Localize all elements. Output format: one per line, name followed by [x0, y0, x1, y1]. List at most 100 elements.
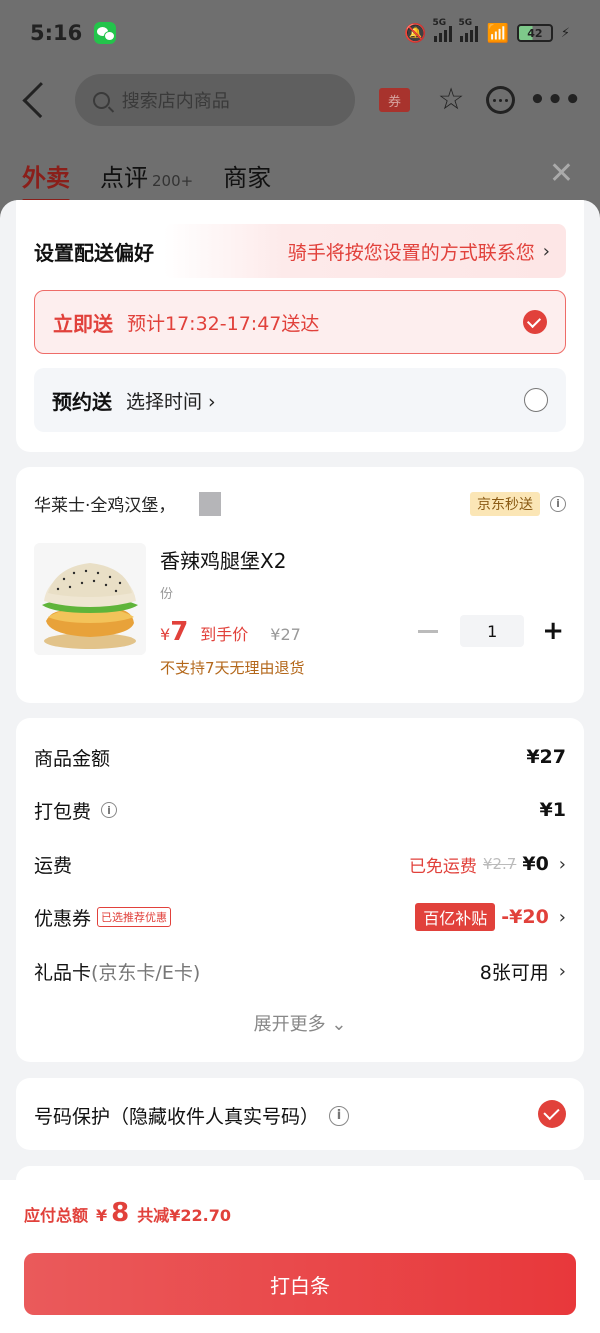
fee-label: 打包费: [34, 800, 92, 823]
star-icon[interactable]: ☆: [438, 85, 465, 115]
expand-more-button[interactable]: 展开更多 ⌄: [16, 1010, 584, 1036]
option-desc: 选择时间: [126, 387, 216, 414]
number-protect-row: 号码保护（隐藏收件人真实号码） i: [34, 1102, 350, 1129]
wifi-icon: 📶: [486, 22, 509, 44]
screen: 5:16 🔕 5G 5G 📶 42 ⚡ 搜索店内商品 券 ☆ ••• 外卖 点评…: [0, 0, 600, 1333]
expand-label: 展开更多: [253, 1014, 326, 1035]
signal-icon: 5G: [432, 18, 453, 42]
pay-button[interactable]: 打白条: [24, 1253, 576, 1315]
fee-row-goods: 商品金额 ¥27: [34, 742, 566, 772]
price-symbol: ¥: [160, 625, 171, 644]
chat-icon[interactable]: [486, 86, 516, 114]
original-price: ¥27: [270, 625, 301, 644]
search-input[interactable]: 搜索店内商品: [74, 74, 356, 126]
fee-row-coupon[interactable]: 优惠券 已选推荐优惠 百亿补贴 -¥20 ›: [34, 902, 566, 932]
number-protect-label: 号码保护（隐藏收件人真实号码）: [34, 1106, 320, 1128]
info-icon[interactable]: i: [329, 1105, 350, 1126]
plus-icon[interactable]: +: [542, 618, 564, 644]
checkout-sheet: 设置配送偏好 骑手将按您设置的方式联系您 › 立即送 预计17:32-17:47送…: [0, 200, 600, 1333]
check-icon[interactable]: [523, 310, 547, 334]
fee-value: -¥20: [501, 906, 549, 928]
fee-label: 商品金额: [34, 747, 111, 770]
tab-merchant[interactable]: 商家: [223, 158, 271, 193]
quantity-value[interactable]: 1: [460, 615, 525, 647]
chevron-right-icon: ›: [542, 240, 550, 262]
coupon-icon[interactable]: 券: [379, 88, 410, 112]
fee-sublabel: (京东卡/E卡): [91, 961, 201, 984]
product-image[interactable]: [34, 543, 146, 655]
option-deliver-now[interactable]: 立即送 预计17:32-17:47送达: [34, 290, 566, 354]
tab-count: 200+: [152, 171, 194, 190]
radio-icon[interactable]: [524, 388, 548, 412]
fee-label: 礼品卡: [34, 961, 92, 984]
recommended-tag: 已选推荐优惠: [97, 907, 172, 927]
check-icon[interactable]: [538, 1100, 566, 1128]
delivery-pref-row[interactable]: 设置配送偏好 骑手将按您设置的方式联系您 ›: [16, 224, 584, 278]
wechat-icon: [94, 22, 117, 44]
status-time: 5:16: [30, 21, 83, 45]
quantity-stepper: 1 +: [418, 615, 564, 647]
mute-icon: 🔕: [404, 22, 427, 44]
option-schedule[interactable]: 预约送 选择时间: [34, 368, 566, 432]
signal-icon: 5G: [458, 18, 479, 42]
tab-reviews[interactable]: 点评 200+: [100, 158, 193, 193]
chevron-right-icon: ›: [558, 853, 566, 875]
fee-value: 8张可用: [479, 961, 549, 984]
original-shipping: ¥2.7: [482, 855, 517, 873]
more-icon[interactable]: •••: [529, 85, 582, 115]
net2: 5G: [458, 18, 473, 28]
delivery-tag: 京东秒送: [470, 491, 540, 516]
tab-label: 商家: [223, 163, 272, 192]
return-notice: 不支持7天无理由退货: [160, 659, 305, 677]
chevron-right-icon: ›: [558, 960, 566, 982]
charging-icon: ⚡: [560, 25, 570, 41]
option-name: 预约送: [52, 389, 112, 414]
fee-row-giftcard[interactable]: 礼品卡 (京东卡/E卡) 8张可用 ›: [34, 956, 566, 986]
tab-label: 外卖: [22, 163, 70, 192]
chevron-right-icon: ›: [558, 906, 566, 928]
fee-value: ¥0: [522, 853, 549, 875]
product-title[interactable]: 香辣鸡腿堡X2: [160, 545, 286, 574]
fee-value: ¥1: [539, 799, 566, 821]
total-symbol: ¥: [96, 1206, 108, 1225]
minus-icon[interactable]: [418, 629, 439, 633]
close-icon[interactable]: ✕: [549, 156, 574, 191]
burger-icon: [34, 543, 146, 655]
search-icon: [92, 91, 110, 109]
number-protect-card: 号码保护（隐藏收件人真实号码） i: [16, 1078, 584, 1150]
store-row: 华莱士·全鸡汉堡， 京东秒送 i: [34, 491, 566, 516]
subsidy-badge: 百亿补贴: [415, 903, 496, 931]
info-icon[interactable]: i: [101, 802, 118, 818]
option-desc: 预计17:32-17:47送达: [127, 312, 320, 335]
status-bar: 5:16 🔕 5G 5G 📶 42 ⚡: [0, 0, 600, 66]
total-amount: 8: [111, 1198, 130, 1228]
free-shipping-label: 已免运费: [408, 856, 477, 877]
fee-value: ¥27: [526, 746, 566, 768]
delivery-pref-hint[interactable]: 骑手将按您设置的方式联系您 ›: [164, 224, 566, 278]
delivery-pref-title: 设置配送偏好: [34, 240, 154, 265]
back-icon[interactable]: [22, 82, 59, 118]
top-bar: 搜索店内商品 券 ☆ •••: [0, 70, 600, 130]
price-row: ¥ 7 到手价 ¥27: [160, 617, 301, 647]
fee-row-shipping[interactable]: 运费 已免运费 ¥2.7 ¥0 ›: [34, 849, 566, 879]
status-icons: 🔕 5G 5G 📶 42 ⚡: [404, 18, 570, 44]
search-placeholder: 搜索店内商品: [121, 91, 230, 112]
final-price-label: 到手价: [200, 625, 249, 644]
total-label: 应付总额: [24, 1206, 89, 1225]
total-row: 应付总额 ¥ 8 共减¥22.70: [24, 1198, 231, 1228]
option-name: 立即送: [53, 311, 113, 336]
store-tabs: 外卖 点评 200+ 商家: [0, 150, 600, 203]
store-name: 华莱士·全鸡汉堡，: [34, 496, 176, 516]
hint-text: 骑手将按您设置的方式联系您: [287, 241, 535, 264]
final-price: 7: [170, 617, 189, 647]
fee-row-packing: 打包费 i ¥1: [34, 795, 566, 825]
bottom-bar: 应付总额 ¥ 8 共减¥22.70 打白条: [0, 1180, 600, 1333]
battery-icon: 42: [516, 24, 553, 42]
fee-label: 优惠券: [34, 907, 92, 930]
info-icon[interactable]: i: [550, 495, 566, 512]
tab-takeout[interactable]: 外卖: [22, 158, 70, 203]
delivery-card: 设置配送偏好 骑手将按您设置的方式联系您 › 立即送 预计17:32-17:47送…: [16, 200, 584, 452]
fee-label: 运费: [34, 854, 73, 877]
tab-label: 点评: [100, 163, 148, 192]
product-card: 华莱士·全鸡汉堡， 京东秒送 i 香辣鸡腿堡X2 份 ¥ 7 到手价 ¥27 不…: [16, 467, 584, 703]
